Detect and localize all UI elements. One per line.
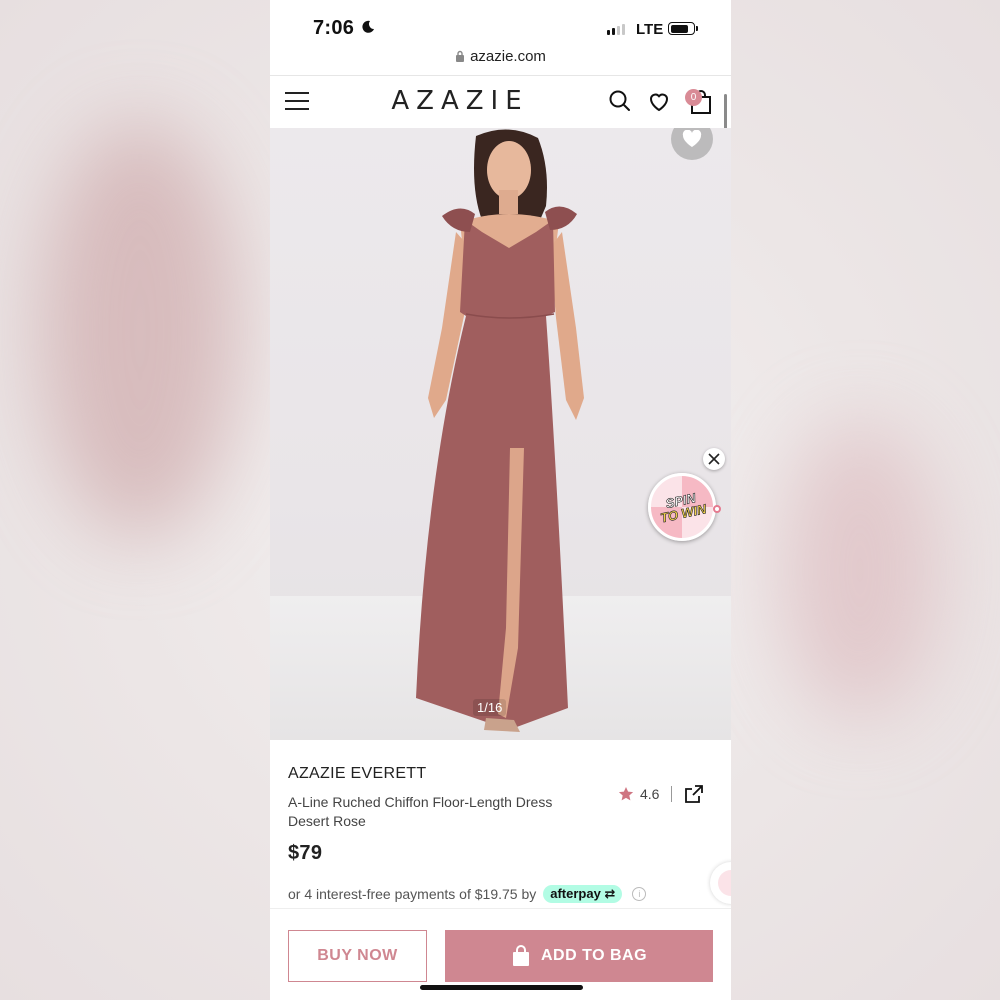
bag-icon xyxy=(512,945,529,966)
product-photo xyxy=(416,129,584,732)
afterpay-badge[interactable]: afterpay ⇄ xyxy=(543,885,623,903)
status-time: 7:06 xyxy=(313,17,355,39)
wheel-pointer-icon xyxy=(713,505,721,513)
network-label: LTE xyxy=(636,21,664,38)
site-header: AZAZIE 0 xyxy=(270,76,731,129)
site-logo[interactable]: AZAZIE xyxy=(360,86,560,116)
product-price: $79 xyxy=(288,842,323,864)
spin-to-win-text: SPIN TO WIN xyxy=(649,488,715,526)
installment-info: or 4 interest-free payments of $19.75 by… xyxy=(288,885,647,903)
address-bar[interactable]: azazie.com xyxy=(270,48,731,66)
signal-icon xyxy=(607,24,625,35)
cart-count-badge: 0 xyxy=(685,89,702,106)
afterpay-label: afterpay xyxy=(550,886,601,901)
wishlist-heart-icon[interactable] xyxy=(647,89,671,118)
chat-button[interactable] xyxy=(710,862,731,904)
product-description: A-Line Ruched Chiffon Floor-Length Dress… xyxy=(288,794,553,829)
product-brand: AZAZIE EVERETT xyxy=(288,765,427,782)
chat-icon xyxy=(718,870,731,896)
home-indicator[interactable] xyxy=(420,985,583,990)
star-icon xyxy=(618,787,634,801)
info-icon[interactable]: i xyxy=(632,887,647,901)
share-icon[interactable] xyxy=(684,784,704,804)
gallery-counter: 1/16 xyxy=(473,699,507,716)
hamburger-menu-icon[interactable] xyxy=(285,92,309,112)
buy-now-button[interactable]: BUY NOW xyxy=(288,930,427,982)
add-to-bag-label: ADD TO BAG xyxy=(540,947,648,964)
close-promo-button[interactable] xyxy=(703,448,725,470)
moon-icon xyxy=(361,20,375,39)
add-to-bag-button[interactable]: ADD TO BAG xyxy=(445,930,713,982)
lock-icon xyxy=(455,49,465,66)
afterpay-arrows-icon: ⇄ xyxy=(604,886,616,901)
rating-value: 4.6 xyxy=(640,786,660,802)
phone-screen: 7:06 LTE azazie.com AZAZIE 0 1/16 SPIN T… xyxy=(270,0,731,1000)
rating-separator xyxy=(671,786,673,802)
heart-icon xyxy=(682,130,702,147)
close-icon xyxy=(708,453,720,465)
battery-icon xyxy=(668,22,698,35)
spin-to-win-badge[interactable]: SPIN TO WIN xyxy=(648,473,721,541)
logo-text: AZAZIE xyxy=(391,86,529,116)
status-bar: 7:06 LTE xyxy=(270,0,731,48)
search-icon[interactable] xyxy=(608,89,632,118)
url-text: azazie.com xyxy=(470,48,546,65)
product-rating[interactable]: 4.6 xyxy=(618,783,704,805)
product-image-gallery[interactable]: 1/16 SPIN TO WIN xyxy=(270,128,731,740)
installment-text: or 4 interest-free payments of $19.75 by xyxy=(288,886,537,902)
